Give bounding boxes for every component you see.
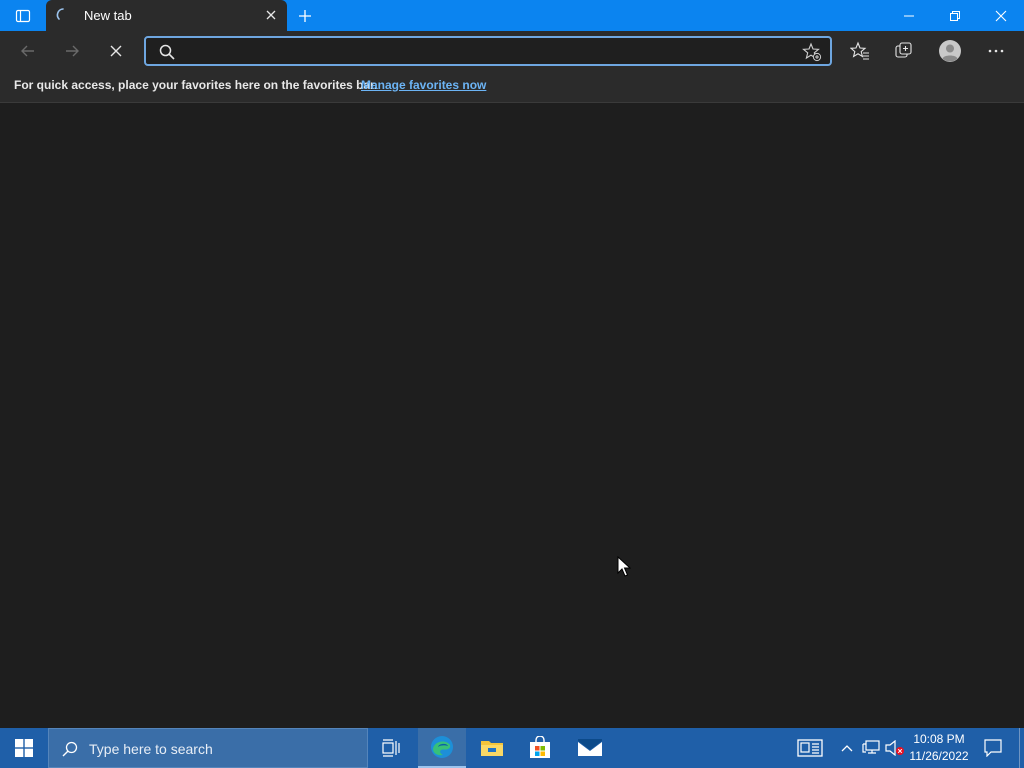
minimize-icon bbox=[904, 15, 914, 16]
notification-center-button[interactable] bbox=[978, 728, 1008, 768]
taskbar-mail[interactable] bbox=[566, 728, 614, 768]
stop-button[interactable] bbox=[99, 35, 133, 67]
volume-muted-icon bbox=[885, 740, 904, 756]
restore-icon bbox=[950, 10, 960, 21]
loading-icon bbox=[56, 8, 64, 20]
back-button[interactable] bbox=[11, 35, 45, 67]
manage-favorites-link[interactable]: Manage favorites now bbox=[361, 78, 486, 92]
close-icon[interactable] bbox=[263, 7, 279, 23]
address-input[interactable] bbox=[184, 41, 784, 61]
close-window-icon bbox=[995, 10, 1007, 21]
news-icon bbox=[797, 739, 823, 757]
favorites-button[interactable] bbox=[843, 35, 877, 67]
profile-button[interactable] bbox=[933, 35, 967, 67]
news-button[interactable] bbox=[792, 728, 828, 768]
page-content bbox=[0, 103, 1024, 728]
taskbar-file-explorer[interactable] bbox=[468, 728, 516, 768]
taskbar-search-placeholder: Type here to search bbox=[89, 741, 213, 757]
profile-icon bbox=[939, 40, 961, 62]
more-button[interactable] bbox=[979, 35, 1013, 67]
minimize-button[interactable] bbox=[886, 0, 932, 31]
taskbar-edge[interactable] bbox=[418, 728, 466, 768]
stop-icon bbox=[110, 45, 122, 57]
mail-icon bbox=[577, 739, 603, 756]
volume-button[interactable] bbox=[884, 728, 906, 768]
collections-button[interactable] bbox=[887, 35, 921, 67]
browser-toolbar bbox=[0, 31, 1024, 71]
back-icon bbox=[21, 45, 34, 57]
network-icon bbox=[862, 740, 880, 754]
taskbar: Type here to search 10:08 PM 11/26/2022 bbox=[0, 728, 1024, 768]
clock-date: 11/26/2022 bbox=[909, 749, 969, 763]
favorites-icon bbox=[850, 41, 869, 60]
more-icon bbox=[988, 49, 1004, 53]
task-view-button[interactable] bbox=[368, 728, 416, 768]
forward-icon bbox=[66, 45, 79, 57]
search-icon bbox=[62, 741, 78, 757]
tab-actions-button[interactable] bbox=[0, 0, 46, 31]
restore-button[interactable] bbox=[932, 0, 978, 31]
show-hidden-icons-button[interactable] bbox=[836, 728, 858, 768]
show-desktop-button[interactable] bbox=[1019, 728, 1024, 768]
tab-new-tab[interactable]: New tab bbox=[46, 0, 287, 31]
tab-title: New tab bbox=[84, 8, 132, 23]
new-tab-button[interactable] bbox=[292, 4, 318, 28]
collections-icon bbox=[895, 42, 912, 58]
file-explorer-icon bbox=[481, 741, 503, 756]
taskbar-clock[interactable]: 10:08 PM 11/26/2022 bbox=[906, 731, 972, 765]
store-icon bbox=[530, 736, 550, 758]
title-bar: New tab bbox=[0, 0, 1024, 31]
favorites-bar: For quick access, place your favorites h… bbox=[0, 71, 1024, 103]
taskbar-store[interactable] bbox=[516, 728, 564, 768]
tab-actions-icon bbox=[15, 9, 31, 22]
close-window-button[interactable] bbox=[978, 0, 1024, 31]
mouse-cursor-icon bbox=[617, 556, 631, 577]
forward-button[interactable] bbox=[55, 35, 89, 67]
network-button[interactable] bbox=[860, 728, 882, 768]
address-bar[interactable] bbox=[144, 36, 832, 66]
edge-icon bbox=[431, 736, 453, 758]
notification-icon bbox=[984, 739, 1002, 757]
search-icon bbox=[159, 44, 175, 60]
plus-icon bbox=[299, 10, 311, 22]
clock-time: 10:08 PM bbox=[913, 732, 965, 746]
windows-start-icon bbox=[15, 739, 33, 757]
chevron-up-icon bbox=[841, 745, 853, 752]
add-favorite-icon[interactable] bbox=[802, 42, 822, 62]
start-button[interactable] bbox=[0, 728, 48, 768]
favorites-bar-message: For quick access, place your favorites h… bbox=[14, 78, 378, 92]
task-view-icon bbox=[382, 739, 400, 757]
taskbar-search-box[interactable]: Type here to search bbox=[48, 728, 368, 768]
